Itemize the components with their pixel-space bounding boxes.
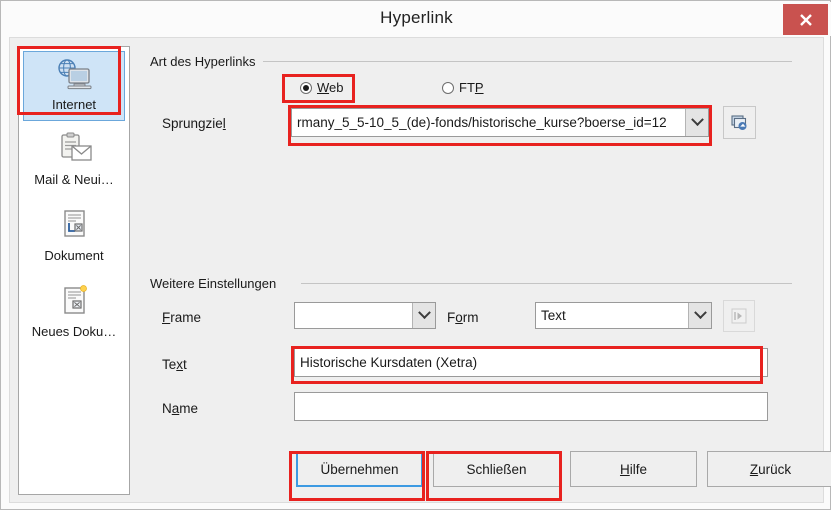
form-combo[interactable]: Text: [535, 302, 712, 329]
radio-ftp[interactable]: FTP: [442, 80, 484, 95]
chevron-down-icon[interactable]: [412, 303, 435, 328]
clipboard-envelope-icon: [54, 132, 94, 168]
form-label: Form: [447, 310, 479, 325]
chevron-down-icon[interactable]: [688, 303, 711, 328]
help-button[interactable]: Hilfe: [570, 451, 697, 487]
dialog-body: Internet Mail & Neui… Dokument Neues Dok…: [9, 37, 831, 503]
chevron-down-icon[interactable]: [685, 109, 708, 136]
sidebar-item-label: Mail & Neui…: [34, 172, 114, 187]
document-target-icon: [54, 208, 94, 244]
back-button[interactable]: Zurück: [707, 451, 831, 487]
text-label: Text: [162, 357, 187, 372]
window-close-button[interactable]: [783, 4, 828, 35]
hyperlink-type-group-line: [263, 61, 792, 62]
text-input[interactable]: Historische Kursdaten (Xetra): [294, 348, 768, 377]
further-settings-group-line: [301, 283, 792, 284]
name-input[interactable]: [294, 392, 768, 421]
radio-web[interactable]: Web: [300, 80, 344, 95]
events-button[interactable]: [723, 300, 755, 332]
sidebar-item-neues-dokument[interactable]: Neues Doku…: [23, 279, 125, 349]
sidebar-item-label: Dokument: [44, 248, 104, 263]
close-button[interactable]: Schließen: [433, 451, 560, 487]
target-url-value: rmany_5_5-10_5_(de)-fonds/historische_ku…: [297, 115, 667, 130]
sidebar-item-dokument[interactable]: Dokument: [23, 203, 125, 273]
radio-ftp-indicator: [442, 81, 454, 94]
radio-web-indicator: [300, 81, 312, 94]
hyperlink-type-group-label: Art des Hyperlinks: [150, 54, 256, 69]
category-sidebar: Internet Mail & Neui… Dokument Neues Dok…: [18, 46, 130, 495]
new-document-icon: [54, 284, 94, 320]
frame-label: Frame: [162, 310, 202, 325]
window-title: Hyperlink: [380, 8, 453, 27]
name-label: Name: [162, 401, 199, 416]
sidebar-item-mail-news[interactable]: Mail & Neui…: [23, 127, 125, 197]
browse-target-button[interactable]: [723, 106, 756, 139]
radio-ftp-label: FTP: [459, 80, 484, 95]
target-label: Sprungziel: [162, 116, 226, 131]
frame-combo[interactable]: [294, 302, 436, 329]
globe-monitor-icon: [54, 57, 94, 93]
sidebar-item-label: Neues Doku…: [31, 324, 117, 339]
radio-web-label: Web: [317, 80, 344, 95]
sidebar-item-label: Internet: [51, 97, 97, 112]
target-url-combo[interactable]: rmany_5_5-10_5_(de)-fonds/historische_ku…: [291, 108, 709, 137]
apply-button[interactable]: Übernehmen: [296, 451, 423, 487]
close-icon: [799, 13, 812, 26]
sidebar-item-internet[interactable]: Internet: [23, 51, 125, 121]
events-arrow-icon: [731, 308, 747, 324]
form-value: Text: [541, 308, 566, 323]
open-folder-icon: [730, 114, 746, 130]
hyperlink-dialog-window: Hyperlink Internet Mail & Neui… Dokument…: [0, 0, 831, 510]
title-bar: Hyperlink: [2, 2, 831, 36]
further-settings-group-label: Weitere Einstellungen: [150, 276, 277, 291]
